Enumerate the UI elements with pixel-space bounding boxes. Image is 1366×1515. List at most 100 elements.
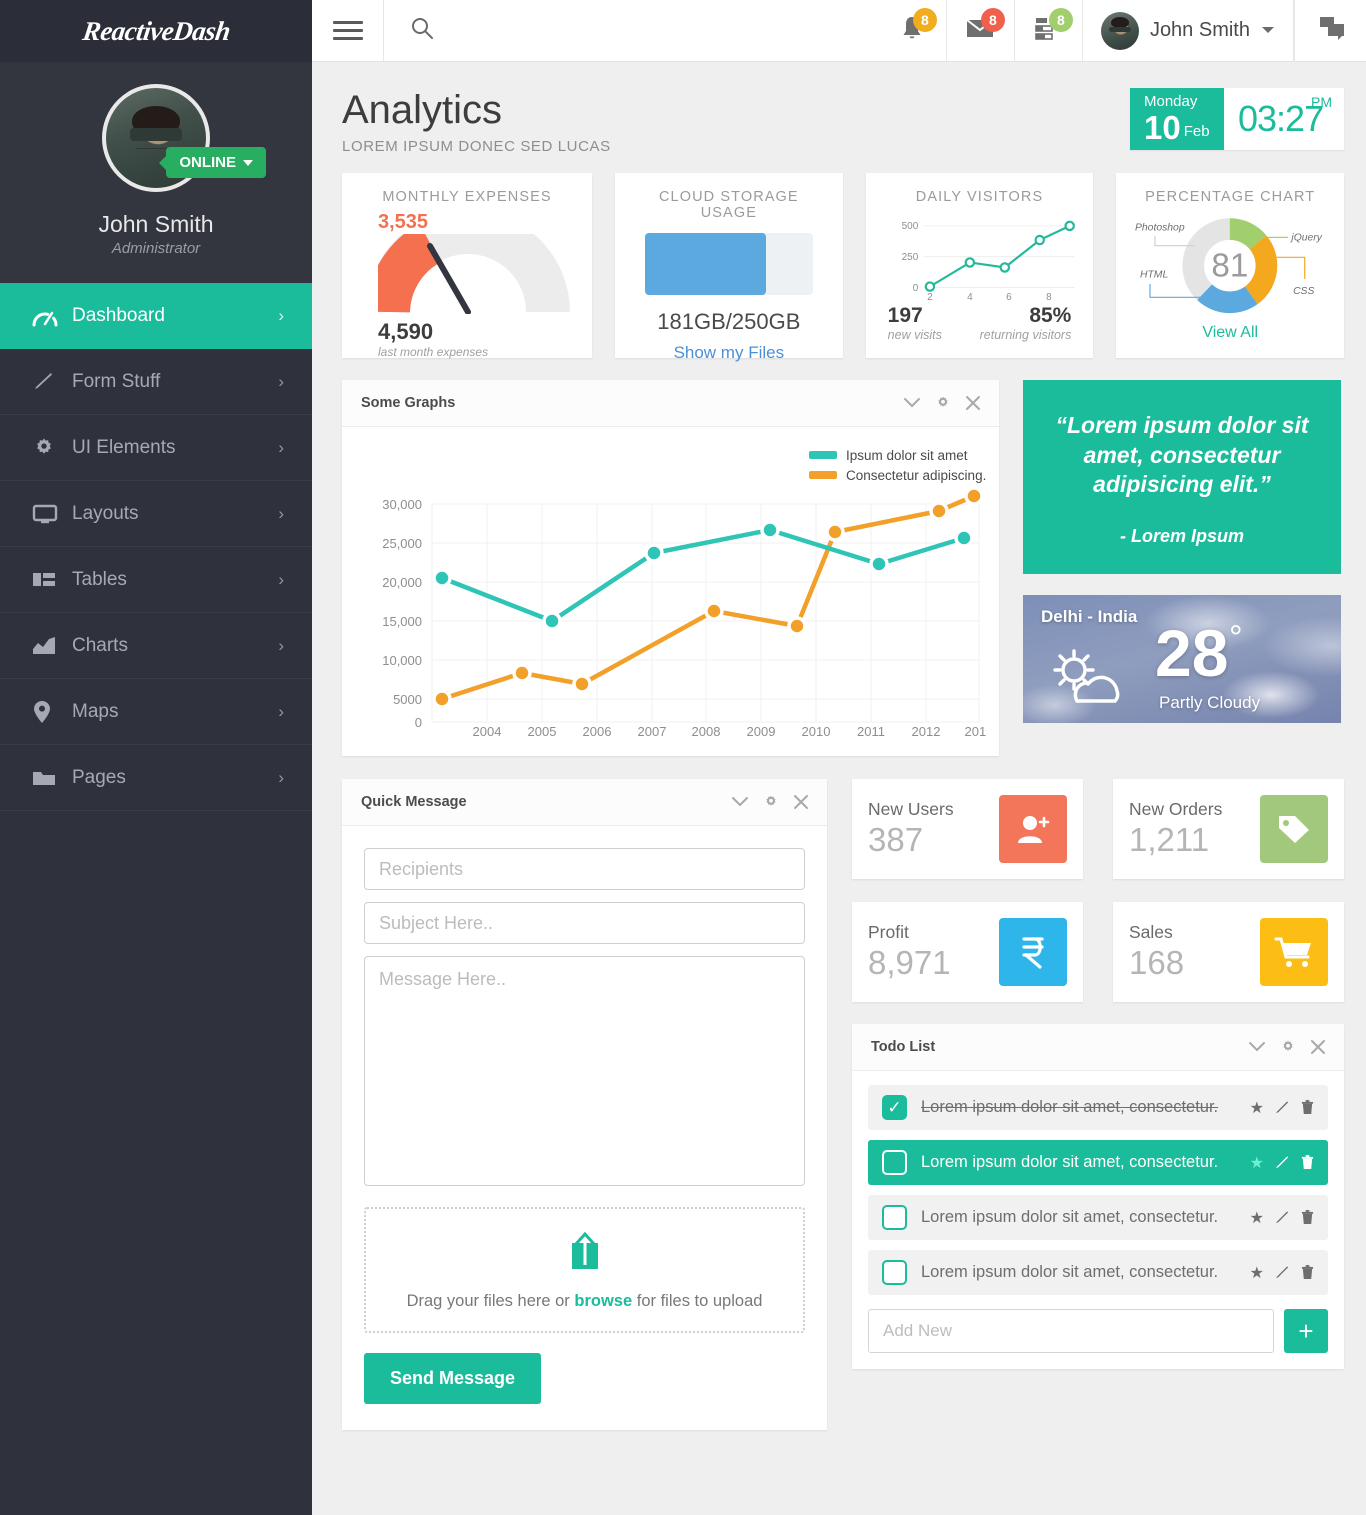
- kpi-label: Sales: [1129, 922, 1173, 943]
- user-menu-button[interactable]: John Smith: [1083, 0, 1294, 62]
- kpi-text: New Users 387: [868, 799, 954, 858]
- panel-title: Quick Message: [361, 794, 467, 810]
- close-icon[interactable]: [1310, 1039, 1326, 1055]
- svg-text:2: 2: [927, 292, 933, 303]
- sidebar-item-tables[interactable]: Tables ›: [0, 547, 312, 613]
- search-area: [384, 0, 879, 62]
- gear-icon: [32, 436, 66, 460]
- notifications-badge: 8: [912, 7, 937, 32]
- returning-block: 85% returning visitors: [980, 304, 1072, 342]
- close-icon[interactable]: [793, 794, 809, 810]
- todo-checkbox[interactable]: [882, 1260, 907, 1285]
- map-pin-icon: [32, 700, 66, 724]
- show-my-files-link[interactable]: Show my Files: [629, 343, 829, 363]
- svg-text:2010: 2010: [802, 724, 831, 737]
- panel-header: Some Graphs: [342, 380, 999, 427]
- sidebar-item-label: Form Stuff: [72, 370, 161, 392]
- svg-text:5000: 5000: [393, 692, 422, 707]
- file-dropzone[interactable]: Drag your files here or browse for files…: [364, 1207, 805, 1333]
- todo-item: Lorem ipsum dolor sit amet, consectetur.…: [868, 1250, 1328, 1295]
- date-row: 10 Feb: [1144, 111, 1210, 144]
- edit-icon[interactable]: [1275, 1155, 1290, 1170]
- chevron-down-icon[interactable]: [731, 796, 749, 808]
- edit-icon[interactable]: [1275, 1265, 1290, 1280]
- dropzone-prefix: Drag your files here or: [406, 1292, 575, 1310]
- svg-text:10,000: 10,000: [382, 653, 422, 668]
- edit-icon[interactable]: [1275, 1100, 1290, 1115]
- star-icon[interactable]: ★: [1250, 1098, 1264, 1118]
- tasks-button[interactable]: 8: [1015, 0, 1083, 62]
- chevron-right-icon: ›: [278, 635, 284, 655]
- trash-icon[interactable]: [1301, 1155, 1314, 1170]
- view-all-link[interactable]: View All: [1130, 324, 1330, 342]
- todo-checkbox[interactable]: [882, 1205, 907, 1230]
- sidebar-item-maps[interactable]: Maps ›: [0, 679, 312, 745]
- trash-icon[interactable]: [1301, 1100, 1314, 1115]
- chevron-down-icon: [243, 159, 253, 166]
- quick-message-panel: Quick Message Recipients Subject Here.. …: [342, 779, 827, 1430]
- tag-icon: [1260, 795, 1328, 863]
- gear-icon[interactable]: [1280, 1039, 1296, 1055]
- svg-text:25,000: 25,000: [382, 536, 422, 551]
- search-input[interactable]: [448, 21, 868, 40]
- todo-checkbox[interactable]: [882, 1150, 907, 1175]
- sidebar-item-layouts[interactable]: Layouts ›: [0, 481, 312, 547]
- dropzone-suffix: for files to upload: [632, 1292, 763, 1310]
- add-todo-button[interactable]: +: [1284, 1309, 1328, 1353]
- close-icon[interactable]: [965, 395, 981, 411]
- page-title: Analytics: [342, 88, 503, 132]
- svg-text:4: 4: [967, 292, 973, 303]
- sidebar-item-ui-elements[interactable]: UI Elements ›: [0, 415, 312, 481]
- folder-icon: [32, 768, 66, 788]
- recipients-input[interactable]: [364, 848, 805, 890]
- quote-author: - Lorem Ipsum: [1119, 526, 1244, 547]
- month-label: Feb: [1183, 122, 1210, 140]
- svg-text:0: 0: [912, 283, 918, 294]
- graph-body: Ipsum dolor sit amet Consectetur adipisc…: [342, 427, 999, 756]
- svg-text:15,000: 15,000: [382, 614, 422, 629]
- sidebar-item-pages[interactable]: Pages ›: [0, 745, 312, 811]
- trash-icon[interactable]: [1301, 1265, 1314, 1280]
- chevron-right-icon: ›: [278, 767, 284, 787]
- kpi-label: New Users: [868, 799, 954, 820]
- sidebar-item-form-stuff[interactable]: Form Stuff ›: [0, 349, 312, 415]
- star-icon[interactable]: ★: [1250, 1263, 1264, 1283]
- chevron-down-icon[interactable]: [1248, 1041, 1266, 1053]
- message-textarea[interactable]: [364, 956, 805, 1186]
- chevron-down-icon[interactable]: [903, 397, 921, 409]
- sidebar-item-dashboard[interactable]: Dashboard ›: [0, 283, 312, 349]
- subject-input[interactable]: [364, 902, 805, 944]
- datetime-widget: Monday 10 Feb 03:27 PM: [1130, 88, 1344, 150]
- gear-icon[interactable]: [763, 794, 779, 810]
- browse-link[interactable]: browse: [574, 1292, 632, 1310]
- send-message-button[interactable]: Send Message: [364, 1353, 542, 1404]
- gear-icon[interactable]: [935, 395, 951, 411]
- messages-button[interactable]: 8: [947, 0, 1015, 62]
- panel-tools: [903, 395, 981, 411]
- brand-logo[interactable]: ReactiveDash: [0, 0, 312, 62]
- visitors-footer: 197 new visits 85% returning visitors: [880, 304, 1080, 342]
- line-chart: Ipsum dolor sit amet Consectetur adipisc…: [382, 448, 993, 739]
- todo-actions: ★: [1250, 1208, 1314, 1228]
- edit-icon[interactable]: [1275, 1210, 1290, 1225]
- todo-actions: ★: [1250, 1098, 1314, 1118]
- monitor-icon: [32, 503, 66, 525]
- storage-bar-fill: [645, 233, 766, 295]
- kpi-card-new-users: New Users 387: [852, 779, 1083, 879]
- pencil-icon: [32, 370, 66, 394]
- kpi-value: 168: [1129, 944, 1185, 982]
- todo-text: Lorem ipsum dolor sit amet, consectetur.: [921, 1263, 1219, 1281]
- day-number: 10: [1144, 108, 1181, 146]
- trash-icon[interactable]: [1301, 1210, 1314, 1225]
- star-icon[interactable]: ★: [1250, 1153, 1264, 1173]
- notifications-button[interactable]: 8: [879, 0, 947, 62]
- online-status-badge[interactable]: ONLINE: [159, 147, 266, 178]
- sidebar-item-label: Charts: [72, 634, 128, 656]
- menu-toggle-button[interactable]: [312, 0, 384, 62]
- weather-condition: Partly Cloudy: [1159, 693, 1261, 712]
- star-icon[interactable]: ★: [1250, 1208, 1264, 1228]
- add-todo-input[interactable]: [868, 1309, 1274, 1353]
- chat-toggle-button[interactable]: [1294, 0, 1366, 62]
- sidebar-item-charts[interactable]: Charts ›: [0, 613, 312, 679]
- todo-checkbox[interactable]: ✓: [882, 1095, 907, 1120]
